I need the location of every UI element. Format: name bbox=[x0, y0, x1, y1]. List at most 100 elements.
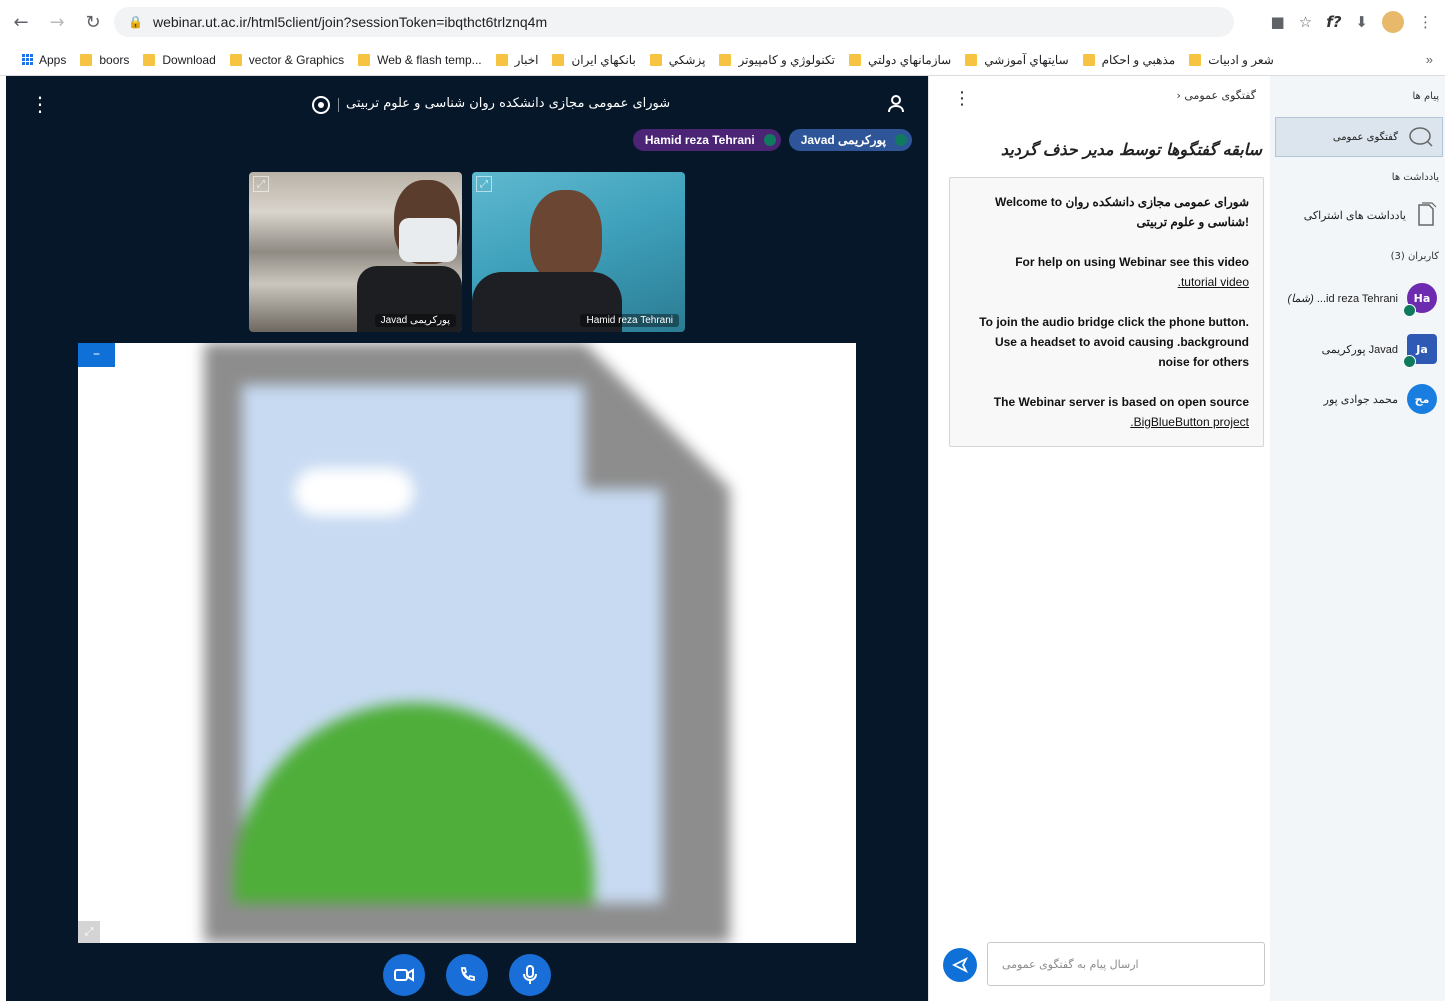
video-tile[interactable]: ⤢ Javad پورکریمی bbox=[249, 172, 462, 332]
folder-icon bbox=[848, 53, 861, 66]
meeting-title: شورای عمومی مجازی دانشکده روان شناسی و ع… bbox=[346, 96, 671, 111]
welcome-message: Welcome to شورای عمومی مجازی دانشکده روا… bbox=[949, 177, 1264, 447]
bigbluebutton-link[interactable]: .BigBlueButton project bbox=[1130, 415, 1249, 429]
send-icon bbox=[952, 957, 968, 973]
camera-button[interactable] bbox=[383, 954, 425, 996]
folder-icon bbox=[229, 53, 242, 66]
minimize-presentation-button[interactable]: – bbox=[78, 343, 115, 367]
mic-icon bbox=[763, 134, 776, 146]
options-menu-icon[interactable]: ⋮ bbox=[30, 94, 50, 114]
user-item[interactable]: Javad پورکریمی Ja bbox=[1270, 332, 1445, 368]
microphone-icon bbox=[523, 965, 537, 984]
tutorial-link[interactable]: .tutorial video bbox=[1178, 275, 1249, 289]
bookmark-folder[interactable]: اخبار bbox=[495, 53, 538, 67]
message-input[interactable]: ارسال پیام به گفتگوی عمومی bbox=[987, 942, 1265, 986]
send-button[interactable] bbox=[943, 948, 977, 982]
mic-icon bbox=[1403, 355, 1416, 368]
browser-toolbar: ← → ↻ 🔒 webinar.ut.ac.ir/html5client/joi… bbox=[0, 0, 1445, 44]
notes-icon bbox=[1418, 202, 1437, 226]
bookmark-folder[interactable]: boors bbox=[80, 53, 129, 67]
chat-panel: ⋮ گفتگوی عمومی ‹ سابقه گفتگوها توسط مدیر… bbox=[928, 76, 1270, 1001]
browser-actions: ■ ☆ f? ⬇ ⋮ bbox=[1271, 7, 1445, 37]
bookmark-folder[interactable]: سازمانهاي دولتي bbox=[848, 53, 951, 67]
user-item[interactable]: محمد جوادی پور مح bbox=[1270, 382, 1445, 416]
action-bar bbox=[383, 954, 551, 996]
video-tile[interactable]: ⤢ Hamid reza Tehrani bbox=[472, 172, 685, 332]
folder-icon bbox=[1189, 53, 1202, 66]
bookmark-apps[interactable]: Apps bbox=[22, 53, 66, 67]
recording-icon[interactable] bbox=[312, 96, 330, 114]
bookmark-folder[interactable]: بانکهاي ايران bbox=[552, 53, 636, 67]
meeting-area: ⋮ شورای عمومی مجازی دانشکده روان شناسی و… bbox=[6, 76, 928, 1001]
folder-icon bbox=[80, 53, 93, 66]
bookmark-folder[interactable]: سايتهاي آموزشي bbox=[965, 53, 1069, 67]
video-label: Hamid reza Tehrani bbox=[580, 314, 679, 327]
chat-cleared-notice: سابقه گفتگوها توسط مدیر حذف گردید bbox=[1000, 140, 1262, 159]
bookmarks-bar: Apps boors Download vector & Graphics We… bbox=[0, 44, 1445, 76]
phone-icon bbox=[461, 967, 475, 981]
bookmark-folder[interactable]: vector & Graphics bbox=[229, 53, 344, 67]
bookmark-folder[interactable]: شعر و ادبيات bbox=[1189, 53, 1274, 67]
talker-pill[interactable]: Hamid reza Tehrani bbox=[632, 129, 781, 151]
video-label: Javad پورکریمی bbox=[374, 314, 456, 327]
camera-indicator-icon[interactable]: ■ bbox=[1271, 13, 1285, 31]
chat-bubble-icon bbox=[1409, 127, 1433, 147]
avatar: مح bbox=[1407, 384, 1437, 414]
chat-title[interactable]: گفتگوی عمومی ‹ bbox=[1176, 89, 1256, 102]
download-icon[interactable]: ⬇ bbox=[1355, 13, 1368, 31]
talker-pill[interactable]: Javad پورکریمی bbox=[788, 129, 912, 151]
user-item[interactable]: id reza Tehrani... (شما) Ha bbox=[1270, 281, 1445, 317]
mic-icon bbox=[895, 134, 907, 146]
browser-chrome: ← → ↻ 🔒 webinar.ut.ac.ir/html5client/joi… bbox=[0, 0, 1445, 76]
bookmark-folder[interactable]: Download bbox=[143, 53, 216, 67]
phone-button[interactable] bbox=[446, 954, 488, 996]
participant-video bbox=[399, 218, 457, 262]
fullscreen-icon[interactable]: ⤢ bbox=[78, 921, 100, 943]
talking-indicators: Hamid reza Tehrani Javad پورکریمی bbox=[632, 129, 912, 151]
divider bbox=[338, 98, 339, 112]
folder-icon bbox=[552, 53, 565, 66]
menu-icon[interactable]: ⋮ bbox=[1418, 13, 1433, 31]
folder-icon bbox=[965, 53, 978, 66]
fullscreen-icon[interactable]: ⤢ bbox=[253, 176, 269, 192]
folder-icon bbox=[1082, 53, 1095, 66]
notes-heading: یادداشت ها bbox=[1391, 172, 1439, 183]
bookmark-folder[interactable]: Web & flash temp... bbox=[358, 53, 482, 67]
chat-options-icon[interactable]: ⋮ bbox=[953, 90, 971, 108]
folder-icon bbox=[649, 53, 662, 66]
avatar: Ha bbox=[1403, 283, 1437, 317]
meeting-header: ⋮ شورای عمومی مجازی دانشکده روان شناسی و… bbox=[6, 76, 928, 134]
folder-icon bbox=[358, 53, 371, 66]
folder-icon bbox=[143, 53, 156, 66]
avatar: Ja bbox=[1403, 334, 1437, 368]
user-icon[interactable] bbox=[886, 94, 906, 114]
reload-icon[interactable]: ↻ bbox=[78, 7, 108, 37]
url-text: webinar.ut.ac.ir/html5client/join?sessio… bbox=[152, 14, 548, 30]
fullscreen-icon[interactable]: ⤢ bbox=[476, 176, 492, 192]
lock-icon: 🔒 bbox=[128, 15, 143, 29]
forward-icon[interactable]: → bbox=[42, 7, 72, 37]
broken-image-placeholder bbox=[204, 343, 730, 943]
bookmark-folder[interactable]: تکنولوژي و کامپيوتر bbox=[719, 53, 835, 67]
address-bar[interactable]: 🔒 webinar.ut.ac.ir/html5client/join?sess… bbox=[114, 7, 1234, 37]
extension-icon[interactable]: f? bbox=[1326, 13, 1341, 31]
folder-icon bbox=[495, 53, 508, 66]
mic-icon bbox=[1403, 304, 1416, 317]
back-icon[interactable]: ← bbox=[6, 7, 36, 37]
microphone-button[interactable] bbox=[509, 954, 551, 996]
avatar[interactable] bbox=[1382, 11, 1404, 33]
video-camera-icon bbox=[394, 968, 414, 982]
bookmark-star-icon[interactable]: ☆ bbox=[1299, 13, 1312, 31]
presentation-area[interactable]: – ⤢ bbox=[78, 343, 856, 943]
apps-icon bbox=[22, 54, 33, 65]
more-bookmarks-icon[interactable]: » bbox=[1426, 52, 1433, 67]
messages-heading: پیام ها bbox=[1412, 91, 1439, 102]
users-heading: کاربران (3) bbox=[1390, 251, 1439, 262]
user-list-panel: پیام ها گفتگوی عمومی یادداشت ها یادداشت … bbox=[1270, 76, 1445, 1001]
participant-video bbox=[530, 190, 602, 282]
bookmark-folder[interactable]: پزشکي bbox=[649, 53, 705, 67]
shared-notes-item[interactable]: یادداشت های اشتراکی bbox=[1270, 198, 1445, 232]
bookmark-folder[interactable]: مذهبي و احکام bbox=[1082, 53, 1175, 67]
public-chat-item[interactable]: گفتگوی عمومی bbox=[1275, 117, 1443, 157]
folder-icon bbox=[719, 53, 732, 66]
